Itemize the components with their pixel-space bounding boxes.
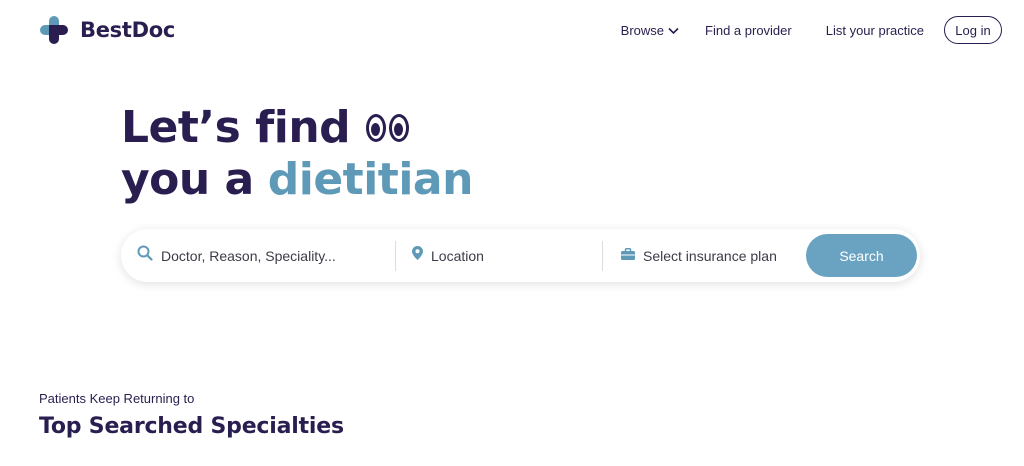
main-nav: Browse Find a provider List your practic… [621,16,1002,44]
search-icon [137,245,153,266]
hero-line-1: Let’s find [121,102,473,154]
specialties-kicker: Patients Keep Returning to [39,391,195,406]
login-button[interactable]: Log in [944,16,1002,44]
query-field [121,229,395,282]
nav-find-provider[interactable]: Find a provider [705,23,792,38]
location-field [396,229,602,282]
hero-line-2: you a dietitian [121,154,473,206]
search-bar: Select insurance plan Search [121,229,920,282]
hero-heading-accent: dietitian [267,154,474,205]
search-button[interactable]: Search [806,234,917,277]
specialties-title: Top Searched Specialties [39,414,344,439]
search-input[interactable] [161,247,395,264]
hero-heading-prefix: you a [121,154,254,205]
nav-list-practice[interactable]: List your practice [826,23,924,38]
brand-name: BestDoc [80,18,175,42]
eyes-icon [366,114,410,142]
briefcase-icon [621,247,635,265]
site-header: BestDoc Browse Find a provider List your… [0,0,1024,60]
brand-logo[interactable]: BestDoc [38,14,175,46]
hero: Let’s find you a dietitian [121,102,473,206]
hero-heading-line1: Let’s find [121,102,351,153]
nav-browse[interactable]: Browse [621,23,679,38]
right-eye [389,114,410,142]
nav-browse-label: Browse [620,22,665,38]
insurance-label: Select insurance plan [643,247,777,264]
left-eye [366,114,387,142]
location-input[interactable] [431,247,602,264]
insurance-select[interactable]: Select insurance plan [603,229,803,282]
location-pin-icon [412,246,423,265]
medical-cross-logo-icon [38,14,70,46]
chevron-down-icon [668,23,679,38]
